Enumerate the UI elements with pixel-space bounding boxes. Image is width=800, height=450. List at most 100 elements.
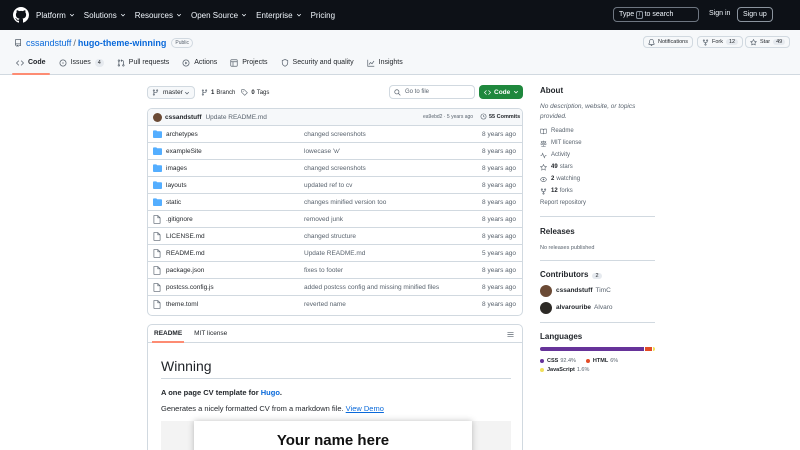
view-demo-link[interactable]: View Demo bbox=[346, 404, 384, 413]
contributor-item[interactable]: cssandstuff TimC bbox=[540, 282, 655, 299]
nav-resources[interactable]: Resources bbox=[135, 11, 182, 20]
file-icon-wrap bbox=[153, 266, 161, 275]
star-button[interactable]: Star 49 bbox=[745, 36, 791, 48]
fork-icon bbox=[540, 187, 547, 195]
file-row[interactable]: postcss.config.js added postcss config an… bbox=[148, 279, 522, 296]
file-commit-message[interactable]: updated ref to cv bbox=[304, 182, 352, 189]
file-commit-message[interactable]: changes minified version too bbox=[304, 199, 386, 206]
nav-platform[interactable]: Platform bbox=[36, 11, 75, 20]
file-age: 8 years ago bbox=[482, 301, 516, 308]
language-item[interactable]: CSS 92.4% bbox=[540, 356, 576, 365]
file-name-link[interactable]: static bbox=[166, 199, 181, 206]
avatar[interactable] bbox=[540, 284, 552, 297]
branches-link[interactable]: Branch bbox=[216, 90, 235, 96]
nav-enterprise[interactable]: Enterprise bbox=[256, 11, 301, 20]
commits-history-link[interactable]: 55 Commits bbox=[480, 113, 520, 120]
commit-sha[interactable]: ea9ebd2 · 5 years ago bbox=[423, 114, 473, 120]
tab-issues[interactable]: Issues 4 bbox=[59, 59, 104, 75]
table-icon bbox=[230, 59, 238, 67]
file-age: 8 years ago bbox=[482, 233, 516, 240]
file-row[interactable]: .gitignore removed junk 8 years ago bbox=[148, 211, 522, 228]
tab-security[interactable]: Security and quality bbox=[281, 59, 354, 75]
file-commit-message[interactable]: added postcss config and missing minifie… bbox=[304, 284, 439, 291]
branch-selector[interactable]: master bbox=[147, 86, 195, 99]
contributor-login[interactable]: alvarouribe bbox=[556, 304, 591, 311]
chevron-down-icon bbox=[513, 90, 519, 94]
file-row[interactable]: static changes minified version too 8 year… bbox=[148, 194, 522, 211]
activity-link[interactable]: Activity bbox=[540, 149, 655, 161]
releases-heading[interactable]: Releases bbox=[540, 227, 655, 236]
file-name-link[interactable]: exampleSite bbox=[166, 148, 202, 155]
file-commit-message[interactable]: fixes to footer bbox=[304, 267, 343, 274]
nav-open-source[interactable]: Open Source bbox=[191, 11, 247, 20]
tab-pull-requests[interactable]: Pull requests bbox=[117, 59, 169, 75]
file-name-link[interactable]: postcss.config.js bbox=[166, 284, 214, 291]
file-name-link[interactable]: README.md bbox=[166, 250, 205, 257]
tab-license[interactable]: MIT license bbox=[194, 325, 227, 343]
visibility-badge: Public bbox=[171, 38, 193, 48]
file-row[interactable]: README.md Update README.md 5 years ago bbox=[148, 245, 522, 262]
sign-in-link[interactable]: Sign in bbox=[709, 10, 730, 17]
commit-author[interactable]: cssandstuff bbox=[165, 114, 201, 121]
file-commit-message[interactable]: lowecase 'w' bbox=[304, 148, 340, 155]
fork-button[interactable]: Fork 12 bbox=[697, 36, 744, 48]
tab-code[interactable]: Code bbox=[12, 59, 49, 75]
tags-link[interactable]: Tags bbox=[257, 90, 270, 96]
watchers-link[interactable]: 2 watching bbox=[540, 173, 655, 185]
file-row[interactable]: package.json fixes to footer 8 years ago bbox=[148, 262, 522, 279]
commit-message[interactable]: Update README.md bbox=[205, 114, 266, 121]
file-name-link[interactable]: package.json bbox=[166, 267, 204, 274]
nav-pricing[interactable]: Pricing bbox=[311, 11, 335, 20]
contributor-login[interactable]: cssandstuff bbox=[556, 287, 592, 294]
outline-menu-icon[interactable] bbox=[507, 331, 514, 338]
repo-owner-link[interactable]: cssandstuff bbox=[26, 38, 71, 48]
file-name-link[interactable]: images bbox=[166, 165, 187, 172]
file-commit-message[interactable]: reverted name bbox=[304, 301, 346, 308]
file-row[interactable]: archetypes changed screenshots 8 years ago bbox=[148, 126, 522, 143]
file-commit-message[interactable]: changed structure bbox=[304, 233, 356, 240]
file-name-link[interactable]: .gitignore bbox=[166, 216, 193, 223]
go-to-file-input[interactable]: Go to file bbox=[389, 85, 475, 99]
license-link[interactable]: MIT license bbox=[540, 137, 655, 149]
readme-link[interactable]: Readme bbox=[540, 125, 655, 137]
file-name-link[interactable]: theme.toml bbox=[166, 301, 198, 308]
language-item[interactable]: JavaScript 1.6% bbox=[540, 365, 589, 374]
chevron-down-icon bbox=[184, 91, 190, 94]
file-name-link[interactable]: archetypes bbox=[166, 131, 198, 138]
tab-readme[interactable]: README bbox=[151, 325, 185, 343]
report-repository-link[interactable]: Report repository bbox=[540, 197, 655, 209]
code-icon bbox=[484, 89, 491, 95]
sign-up-button[interactable]: Sign up bbox=[737, 7, 773, 22]
file-row[interactable]: layouts updated ref to cv 8 years ago bbox=[148, 177, 522, 194]
file-row[interactable]: exampleSite lowecase 'w' 8 years ago bbox=[148, 143, 522, 160]
tags-count[interactable]: 0 bbox=[251, 90, 254, 96]
nav-solutions[interactable]: Solutions bbox=[84, 11, 126, 20]
file-commit-message[interactable]: changed screenshots bbox=[304, 165, 366, 172]
file-row[interactable]: LICENSE.md changed structure 8 years ago bbox=[148, 228, 522, 245]
file-commit-message[interactable]: changed screenshots bbox=[304, 131, 366, 138]
contributors-heading[interactable]: Contributors 2 bbox=[540, 270, 655, 279]
file-age: 8 years ago bbox=[482, 131, 516, 138]
file-commit-message[interactable]: removed junk bbox=[304, 216, 343, 223]
hugo-link[interactable]: Hugo bbox=[261, 388, 280, 397]
tab-actions[interactable]: Actions bbox=[182, 59, 217, 75]
repo-name-link[interactable]: hugo-theme-winning bbox=[78, 38, 166, 48]
avatar[interactable] bbox=[540, 301, 552, 314]
file-commit-message[interactable]: Update README.md bbox=[304, 250, 365, 257]
language-item[interactable]: HTML 6% bbox=[585, 356, 618, 365]
avatar[interactable] bbox=[153, 112, 162, 122]
tab-projects[interactable]: Projects bbox=[230, 59, 268, 75]
file-name-link[interactable]: layouts bbox=[166, 182, 187, 189]
global-search-button[interactable]: Type / to search bbox=[613, 7, 699, 22]
branches-count[interactable]: 1 bbox=[211, 90, 214, 96]
forks-link[interactable]: 12 forks bbox=[540, 185, 655, 197]
notifications-button[interactable]: Notifications bbox=[643, 36, 693, 48]
file-row[interactable]: theme.toml reverted name 8 years ago bbox=[148, 296, 522, 313]
github-logo-icon[interactable] bbox=[13, 7, 29, 23]
code-dropdown-button[interactable]: Code bbox=[479, 85, 523, 99]
tab-insights[interactable]: Insights bbox=[367, 59, 403, 75]
file-row[interactable]: images changed screenshots 8 years ago bbox=[148, 160, 522, 177]
stars-link[interactable]: 49 stars bbox=[540, 161, 655, 173]
file-name-link[interactable]: LICENSE.md bbox=[166, 233, 205, 240]
contributor-item[interactable]: alvarouribe Alvaro bbox=[540, 299, 655, 316]
